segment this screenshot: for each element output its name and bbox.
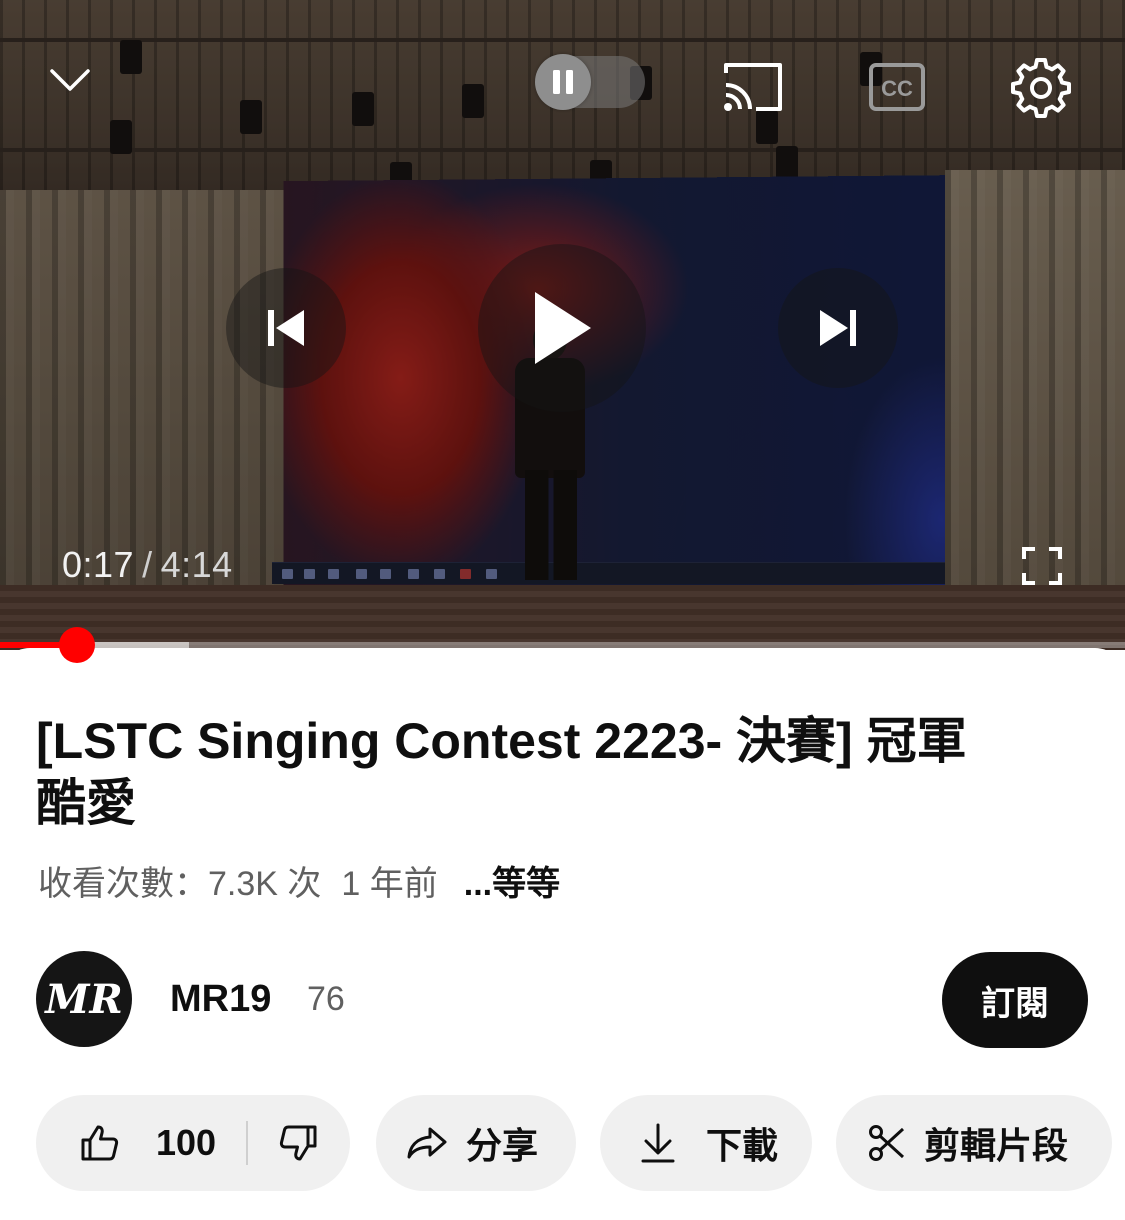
share-button[interactable]: 分享	[376, 1095, 576, 1191]
download-label: 下載	[706, 1125, 779, 1166]
subscribe-button[interactable]: 訂閱	[942, 952, 1088, 1048]
video-title-line-2: 酷愛	[36, 775, 136, 831]
fullscreen-icon	[1022, 547, 1062, 585]
video-title-line-1: [LSTC Singing Contest 2223- 決賽] 冠軍	[36, 713, 967, 769]
clip-button[interactable]: 剪輯片段	[836, 1095, 1112, 1191]
like-divider	[246, 1121, 249, 1165]
video-player[interactable]: CC 0:17/4:14	[0, 0, 1125, 650]
channel-logo: MR	[44, 976, 123, 1023]
action-bar: 100 分享 下載 剪輯片段	[36, 1095, 1116, 1191]
subscriber-count: 76	[307, 980, 345, 1018]
skip-previous-icon	[268, 310, 304, 346]
like-button[interactable]: 100	[36, 1095, 216, 1191]
channel-row: MR MR19 76 訂閱	[36, 950, 1090, 1048]
cast-icon	[724, 63, 782, 111]
next-button[interactable]	[778, 268, 898, 388]
clip-label: 剪輯片段	[924, 1125, 1069, 1166]
skip-next-icon	[820, 310, 856, 346]
upload-age: 1 年前	[341, 865, 438, 903]
view-count: 收看次數：7.3K 次	[38, 865, 322, 903]
previous-button[interactable]	[226, 268, 346, 388]
duration: 4:14	[160, 544, 233, 585]
captions-button[interactable]: CC	[866, 56, 928, 118]
download-button[interactable]: 下載	[600, 1095, 812, 1191]
dislike-button[interactable]	[278, 1095, 318, 1191]
chevron-down-icon	[50, 69, 90, 91]
play-icon	[535, 292, 591, 364]
video-metadata[interactable]: 收看次數：7.3K 次 1 年前 ...等等	[38, 856, 580, 905]
video-info-sheet: [LSTC Singing Contest 2223- 決賽] 冠軍 酷愛 收看…	[0, 648, 1125, 1220]
download-icon	[641, 1123, 675, 1163]
autoplay-toggle-knob	[535, 54, 591, 110]
like-dislike-pill: 100	[36, 1095, 350, 1191]
thumbs-up-icon	[81, 1125, 119, 1161]
settings-button[interactable]	[1008, 54, 1074, 120]
time-display: 0:17/4:14	[62, 544, 233, 586]
captions-label: CC	[881, 76, 913, 101]
pause-icon	[553, 70, 573, 94]
share-label: 分享	[466, 1125, 539, 1166]
current-time: 0:17	[62, 544, 135, 585]
more-description-link[interactable]: ...等等	[464, 865, 560, 903]
time-separator: /	[142, 544, 153, 585]
captions-icon: CC	[869, 63, 925, 111]
play-button[interactable]	[478, 244, 646, 412]
cast-button[interactable]	[718, 56, 788, 118]
like-count: 100	[156, 1122, 217, 1163]
channel-logo-text: MR	[44, 976, 123, 1023]
collapse-button[interactable]	[40, 52, 100, 108]
channel-avatar[interactable]: MR	[36, 951, 132, 1047]
gear-icon	[1011, 58, 1071, 118]
share-icon	[407, 1127, 447, 1159]
fullscreen-button[interactable]	[1016, 540, 1068, 592]
channel-name[interactable]: MR19	[170, 978, 271, 1021]
video-title[interactable]: [LSTC Singing Contest 2223- 決賽] 冠軍 酷愛	[36, 710, 1076, 834]
progress-scrubber-handle[interactable]	[59, 627, 96, 663]
thumbs-down-icon	[279, 1125, 317, 1161]
autoplay-toggle[interactable]	[535, 54, 645, 110]
scissors-icon	[869, 1125, 905, 1161]
